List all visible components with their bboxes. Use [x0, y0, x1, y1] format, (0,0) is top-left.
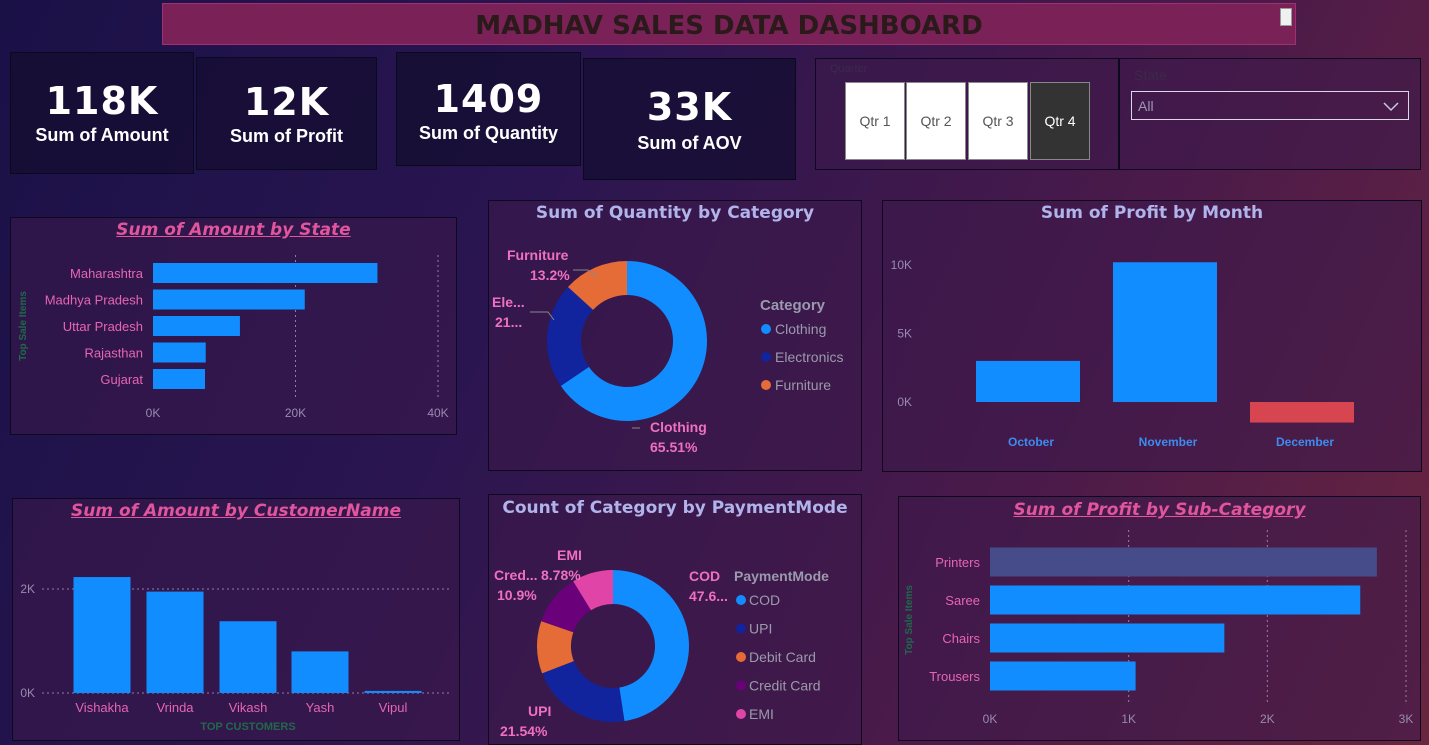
bar — [990, 585, 1361, 615]
category-label: Gujarat — [100, 372, 143, 387]
data-label: Ele... — [492, 294, 525, 310]
data-label: UPI — [528, 703, 551, 719]
tick-label: 2K — [20, 582, 35, 596]
tick-label: 3K — [1399, 712, 1414, 726]
donut-slice — [542, 661, 625, 722]
axis-title: Top Sale Items — [18, 291, 29, 361]
bar — [153, 289, 305, 310]
tick-label: 20K — [285, 406, 306, 420]
bar — [990, 547, 1377, 577]
category-label: November — [1139, 435, 1198, 449]
category-label: Madhya Pradesh — [45, 293, 143, 308]
legend-marker — [761, 380, 771, 390]
tick-label: 10K — [891, 258, 912, 272]
bar — [976, 360, 1080, 402]
legend-title: PaymentMode — [734, 568, 829, 584]
data-label: Furniture — [507, 247, 569, 263]
data-label: Clothing — [650, 419, 707, 435]
category-label: Maharashtra — [70, 266, 144, 281]
charts-canvas: Maharashtra Madhya Pradesh Uttar Pradesh Ra… — [18, 247, 1414, 739]
bar — [146, 591, 204, 693]
data-label: 21... — [495, 314, 522, 330]
category-label: Yash — [306, 700, 335, 715]
category-label: Uttar Pradesh — [63, 319, 143, 334]
bar — [153, 316, 240, 336]
bar — [364, 690, 422, 693]
tick-label: 0K — [897, 395, 912, 409]
legend-marker — [736, 680, 746, 691]
legend-label: Debit Card — [749, 649, 816, 665]
data-label: 10.9% — [497, 587, 537, 603]
legend-marker — [761, 352, 771, 362]
tick-label: 5K — [897, 327, 912, 341]
legend-marker — [761, 324, 771, 334]
category-label: October — [1008, 435, 1054, 449]
category-label: Saree — [945, 593, 980, 608]
legend-label: UPI — [749, 621, 772, 637]
legend-label: COD — [749, 592, 780, 608]
category-label: Vrinda — [156, 700, 194, 715]
tick-label: 0K — [146, 406, 161, 420]
data-label: 21.54% — [500, 723, 548, 739]
legend-label: EMI — [749, 706, 774, 722]
tick-label: 0K — [20, 686, 35, 700]
legend-marker — [736, 709, 746, 719]
donut-slice — [613, 570, 689, 722]
legend-marker — [736, 652, 746, 662]
category-label: Vikash — [229, 700, 268, 715]
tick-label: 0K — [983, 712, 998, 726]
data-label: Cred... — [494, 567, 538, 583]
tick-label: 40K — [427, 406, 448, 420]
category-label: December — [1276, 435, 1334, 449]
legend-marker — [736, 623, 746, 634]
data-label: 65.51% — [650, 439, 698, 455]
category-label: Vipul — [379, 700, 408, 715]
axis-title: TOP CUSTOMERS — [200, 721, 295, 733]
legend-label: Electronics — [775, 349, 843, 365]
legend-title: Category — [760, 297, 826, 314]
bar — [153, 369, 206, 389]
category-label: Vishakha — [75, 700, 129, 715]
bar — [219, 621, 277, 693]
data-label: 13.2% — [530, 267, 570, 283]
bar — [1250, 402, 1354, 423]
category-label: Printers — [935, 555, 980, 570]
tick-label: 2K — [1260, 712, 1275, 726]
legend-label: Credit Card — [749, 678, 821, 694]
category-label: Rajasthan — [84, 346, 143, 361]
bar — [291, 651, 349, 693]
data-label: 47.6... — [689, 588, 728, 604]
data-label: EMI — [557, 547, 582, 563]
bar — [1113, 262, 1217, 402]
legend-label: Furniture — [775, 377, 831, 393]
category-label: Chairs — [942, 631, 980, 646]
category-label: Trousers — [929, 669, 980, 684]
bar — [990, 661, 1136, 691]
bar — [73, 577, 131, 693]
bar — [153, 263, 378, 283]
data-label: 8.78% — [541, 567, 581, 583]
axis-title: Top Sale Items — [904, 585, 915, 655]
tick-label: 1K — [1121, 712, 1136, 726]
bar — [153, 342, 206, 363]
legend-marker — [736, 595, 746, 605]
legend-label: Clothing — [775, 321, 826, 337]
data-label: COD — [689, 568, 720, 584]
bar — [990, 623, 1225, 653]
